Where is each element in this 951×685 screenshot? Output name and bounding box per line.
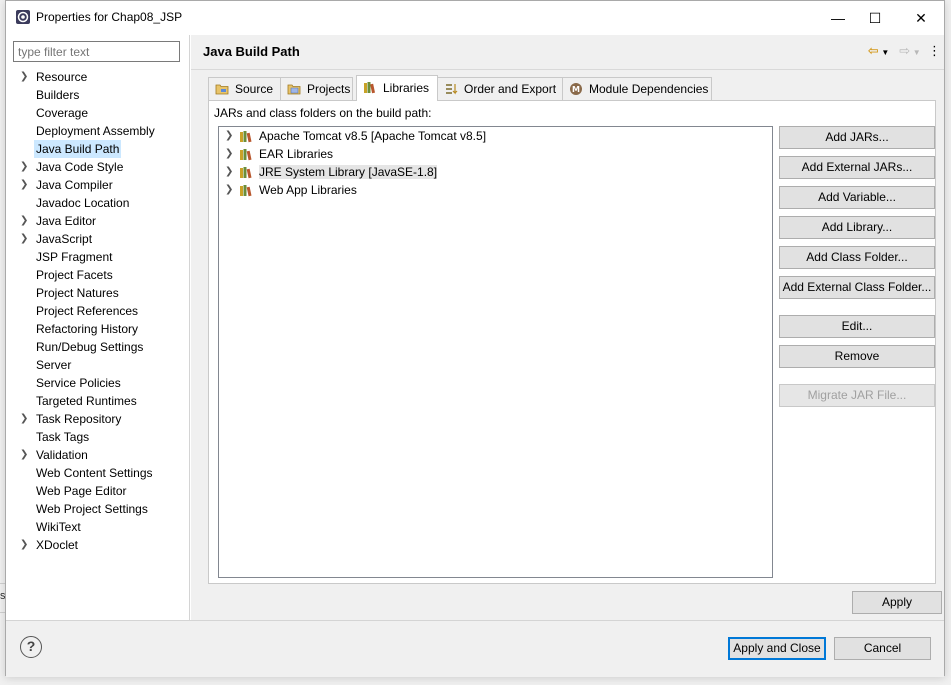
library-entry[interactable]: ❯ EAR Libraries bbox=[219, 145, 772, 163]
edit-button[interactable]: Edit... bbox=[779, 315, 935, 338]
forward-arrow-icon[interactable]: ⇨ bbox=[897, 43, 913, 59]
apply-button[interactable]: Apply bbox=[852, 591, 942, 614]
title-bar: Properties for Chap08_JSP — ☐ ✕ bbox=[6, 1, 944, 35]
order-export-icon bbox=[446, 84, 458, 95]
tab-projects[interactable]: Projects bbox=[280, 77, 353, 101]
sidebar-item[interactable]: WikiText bbox=[6, 518, 189, 536]
library-entry-selected[interactable]: ❯ JRE System Library [JavaSE-1.8] bbox=[219, 163, 772, 181]
chevron-right-icon[interactable]: ❯ bbox=[20, 212, 30, 230]
properties-dialog: Properties for Chap08_JSP — ☐ ✕ ❯Resourc… bbox=[5, 0, 945, 677]
sidebar-item[interactable]: Project Natures bbox=[6, 284, 189, 302]
window-title: Properties for Chap08_JSP bbox=[36, 10, 183, 24]
sidebar-tree: ❯ Resource Builders Coverage Deployment A… bbox=[6, 68, 189, 554]
cancel-button[interactable]: Cancel bbox=[834, 637, 931, 660]
libraries-tab-panel: JARs and class folders on the build path… bbox=[208, 100, 936, 584]
sidebar-item[interactable]: Web Project Settings bbox=[6, 500, 189, 518]
back-menu-chevron-icon[interactable]: ▼ bbox=[881, 48, 889, 57]
dialog-footer: ? Apply and Close Cancel bbox=[6, 621, 944, 677]
module-icon: M bbox=[570, 83, 582, 95]
chevron-right-icon[interactable]: ❯ bbox=[20, 446, 30, 464]
page-title: Java Build Path bbox=[203, 44, 300, 59]
add-library-button[interactable]: Add Library... bbox=[779, 216, 935, 239]
projects-icon bbox=[287, 84, 301, 95]
sidebar-panel: ❯Resource Builders Coverage Deployment A… bbox=[6, 35, 190, 620]
library-icon bbox=[240, 185, 252, 197]
sidebar-item[interactable]: Run/Debug Settings bbox=[6, 338, 189, 356]
tab-module-dependencies[interactable]: M Module Dependencies bbox=[562, 77, 712, 101]
apply-and-close-button[interactable]: Apply and Close bbox=[728, 637, 826, 660]
sidebar-item[interactable]: ❯ Java Editor bbox=[6, 212, 189, 230]
migrate-jar-button[interactable]: Migrate JAR File... bbox=[779, 384, 935, 407]
tab-libraries[interactable]: Libraries bbox=[356, 75, 438, 101]
sidebar-item[interactable]: Web Page Editor bbox=[6, 482, 189, 500]
sidebar-item[interactable]: Project References bbox=[6, 302, 189, 320]
sidebar-item[interactable]: ❯ Java Compiler bbox=[6, 176, 189, 194]
libraries-description: JARs and class folders on the build path… bbox=[214, 106, 432, 120]
chevron-right-icon[interactable]: ❯ bbox=[20, 230, 30, 248]
back-arrow-icon[interactable]: ⇦ bbox=[865, 43, 881, 59]
help-icon[interactable]: ? bbox=[20, 636, 42, 658]
sidebar-item[interactable]: Coverage bbox=[6, 104, 189, 122]
chevron-right-icon[interactable]: ❯ bbox=[225, 181, 233, 199]
add-class-folder-button[interactable]: Add Class Folder... bbox=[779, 246, 935, 269]
eclipse-app-icon bbox=[16, 10, 30, 24]
chevron-right-icon[interactable]: ❯ bbox=[20, 68, 30, 86]
forward-menu-chevron-icon[interactable]: ▼ bbox=[913, 48, 921, 57]
history-nav: ⇦ ▼ ⇨ ▼ ⋮ bbox=[861, 43, 941, 61]
add-external-class-folder-button[interactable]: Add External Class Folder... bbox=[779, 276, 935, 299]
source-folder-icon bbox=[215, 84, 229, 95]
header-separator bbox=[191, 69, 944, 70]
tab-order-and-export[interactable]: Order and Export bbox=[437, 77, 563, 101]
library-icon bbox=[240, 131, 252, 143]
view-menu-icon[interactable]: ⋮ bbox=[928, 43, 941, 59]
chevron-right-icon[interactable]: ❯ bbox=[20, 536, 30, 554]
svg-text:M: M bbox=[572, 85, 580, 94]
sidebar-item[interactable]: ❯ Validation bbox=[6, 446, 189, 464]
filter-input[interactable] bbox=[13, 41, 180, 62]
maximize-button[interactable]: ☐ bbox=[863, 7, 887, 29]
sidebar-item[interactable]: ❯ Resource bbox=[6, 68, 189, 86]
sidebar-item[interactable]: ❯ JavaScript bbox=[6, 230, 189, 248]
sidebar-item-selected[interactable]: Java Build Path bbox=[6, 140, 189, 158]
chevron-right-icon[interactable]: ❯ bbox=[225, 145, 233, 163]
sidebar-item[interactable]: ❯ XDoclet bbox=[6, 536, 189, 554]
tab-source[interactable]: Source bbox=[208, 77, 281, 101]
chevron-right-icon[interactable]: ❯ bbox=[20, 410, 30, 428]
sidebar-item[interactable]: Web Content Settings bbox=[6, 464, 189, 482]
sidebar-item[interactable]: Server bbox=[6, 356, 189, 374]
sidebar-item[interactable]: ❯ Task Repository bbox=[6, 410, 189, 428]
chevron-right-icon[interactable]: ❯ bbox=[225, 163, 233, 181]
sidebar-item[interactable]: ❯ Java Code Style bbox=[6, 158, 189, 176]
libraries-icon bbox=[364, 82, 376, 94]
library-entry[interactable]: ❯ Web App Libraries bbox=[219, 181, 772, 199]
remove-button[interactable]: Remove bbox=[779, 345, 935, 368]
library-icon bbox=[240, 149, 252, 161]
sidebar-item[interactable]: Targeted Runtimes bbox=[6, 392, 189, 410]
chevron-right-icon[interactable]: ❯ bbox=[225, 127, 233, 145]
libraries-tree[interactable]: ❯ Apache Tomcat v8.5 [Apache Tomcat v8.5]… bbox=[218, 126, 773, 578]
close-button[interactable]: ✕ bbox=[909, 7, 933, 29]
library-icon bbox=[240, 167, 252, 179]
chevron-right-icon[interactable]: ❯ bbox=[20, 158, 30, 176]
sidebar-item[interactable]: JSP Fragment bbox=[6, 248, 189, 266]
library-entry[interactable]: ❯ Apache Tomcat v8.5 [Apache Tomcat v8.5] bbox=[219, 127, 772, 145]
sidebar-item[interactable]: Task Tags bbox=[6, 428, 189, 446]
sidebar-item[interactable]: Project Facets bbox=[6, 266, 189, 284]
main-panel: Java Build Path ⇦ ▼ ⇨ ▼ ⋮ Source Projects … bbox=[191, 35, 944, 620]
minimize-button[interactable]: — bbox=[826, 7, 850, 29]
add-variable-button[interactable]: Add Variable... bbox=[779, 186, 935, 209]
chevron-right-icon[interactable]: ❯ bbox=[20, 176, 30, 194]
add-external-jars-button[interactable]: Add External JARs... bbox=[779, 156, 935, 179]
sidebar-item[interactable]: Refactoring History bbox=[6, 320, 189, 338]
sidebar-item[interactable]: Javadoc Location bbox=[6, 194, 189, 212]
sidebar-item[interactable]: Service Policies bbox=[6, 374, 189, 392]
sidebar-item[interactable]: Deployment Assembly bbox=[6, 122, 189, 140]
add-jars-button[interactable]: Add JARs... bbox=[779, 126, 935, 149]
sidebar-item[interactable]: Builders bbox=[6, 86, 189, 104]
